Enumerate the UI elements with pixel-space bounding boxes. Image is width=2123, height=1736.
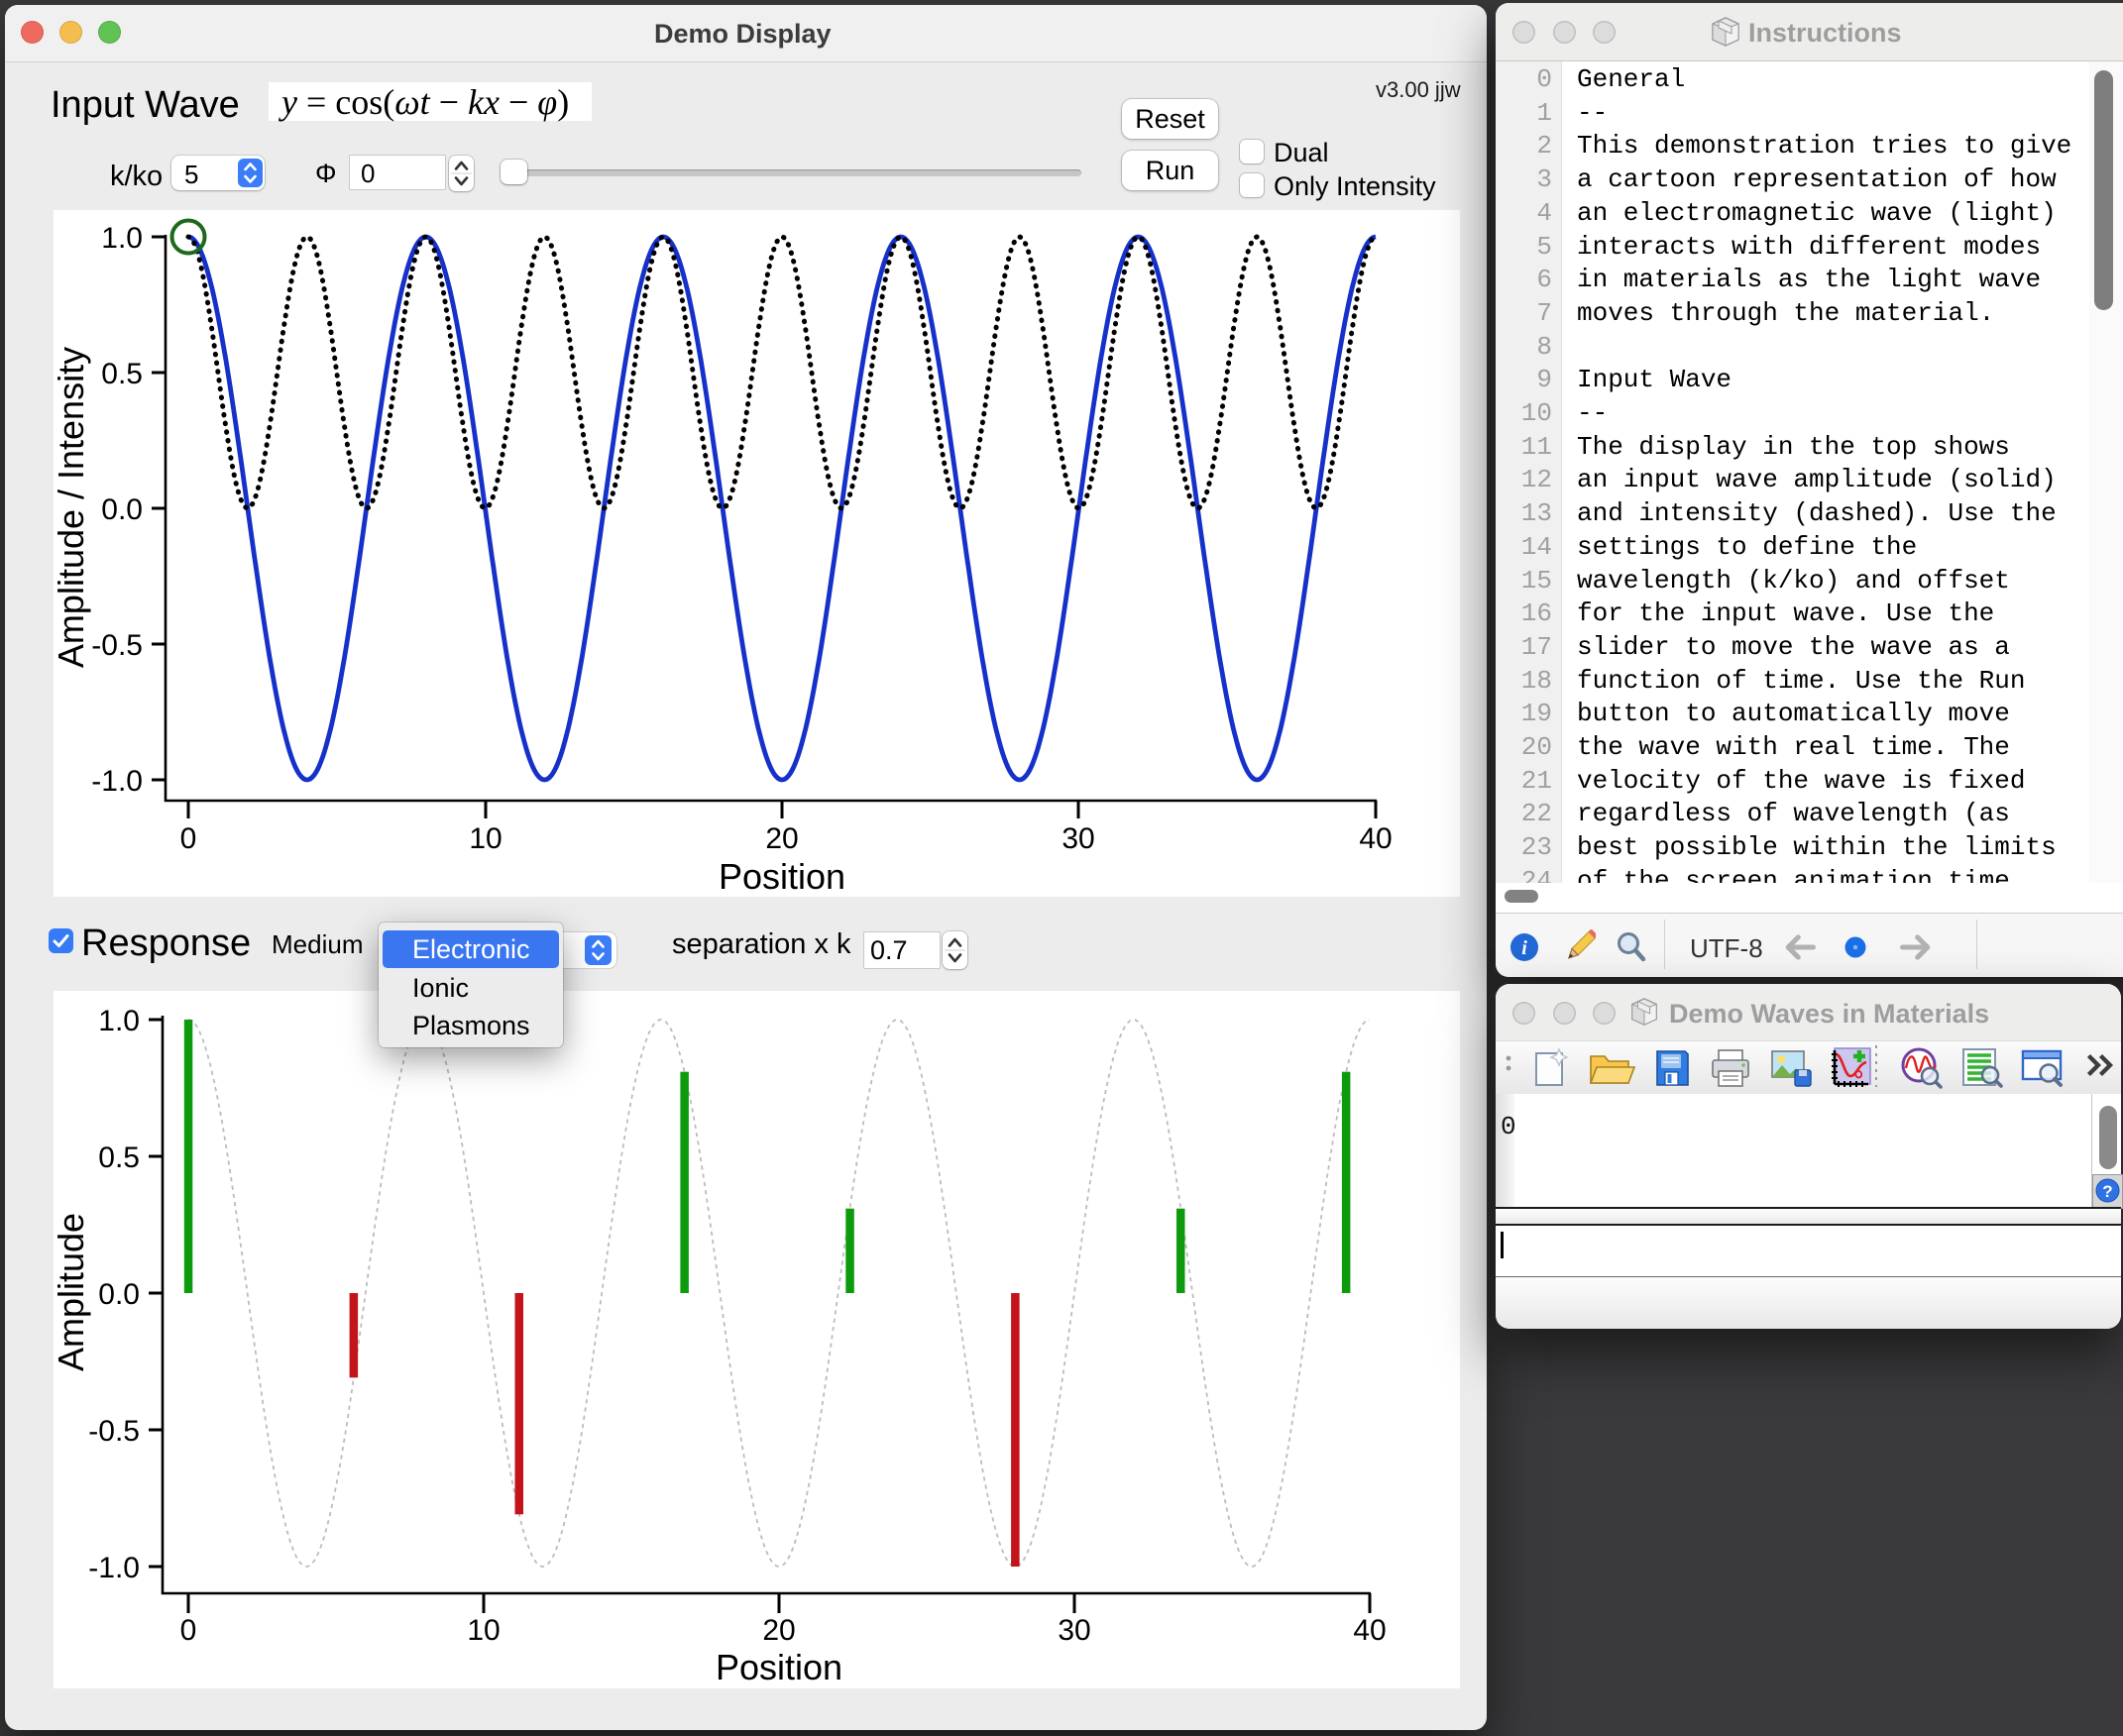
svg-text:40: 40 xyxy=(1359,822,1392,855)
svg-text:30: 30 xyxy=(1062,822,1094,855)
svg-text:1.0: 1.0 xyxy=(101,222,143,255)
svg-text:i: i xyxy=(1521,937,1527,959)
svg-text:0.0: 0.0 xyxy=(98,1278,140,1311)
svg-text:40: 40 xyxy=(1353,1614,1386,1647)
svg-text:0.5: 0.5 xyxy=(98,1141,140,1174)
svg-text:Position: Position xyxy=(716,1647,842,1687)
svg-text:-0.5: -0.5 xyxy=(88,1415,140,1448)
svg-text:0.5: 0.5 xyxy=(101,358,143,390)
svg-text:10: 10 xyxy=(467,1614,500,1647)
svg-text:?: ? xyxy=(2102,1182,2112,1201)
svg-text:-1.0: -1.0 xyxy=(88,1552,140,1584)
svg-text:20: 20 xyxy=(762,1614,795,1647)
svg-text:Amplitude / Intensity: Amplitude / Intensity xyxy=(54,347,91,668)
svg-text:-1.0: -1.0 xyxy=(91,765,143,798)
svg-text:Position: Position xyxy=(719,856,845,897)
svg-text:-0.5: -0.5 xyxy=(91,629,143,662)
svg-text:0: 0 xyxy=(180,822,197,855)
svg-text:0: 0 xyxy=(180,1614,197,1647)
svg-text:1.0: 1.0 xyxy=(98,1005,140,1037)
svg-text:10: 10 xyxy=(469,822,502,855)
svg-text:0.0: 0.0 xyxy=(101,493,143,526)
svg-text:30: 30 xyxy=(1058,1614,1090,1647)
svg-text:20: 20 xyxy=(765,822,798,855)
svg-text:Amplitude: Amplitude xyxy=(54,1213,91,1371)
